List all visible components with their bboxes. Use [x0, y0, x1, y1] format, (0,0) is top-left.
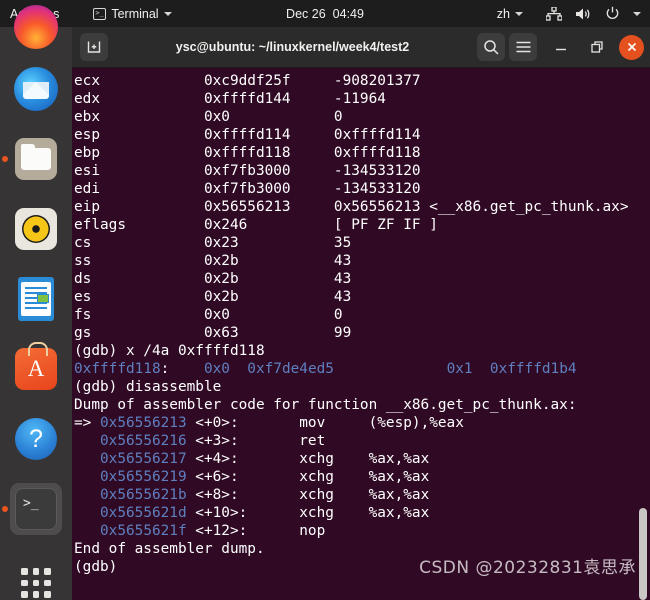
hamburger-icon [516, 41, 530, 53]
grid-icon [21, 568, 51, 598]
maximize-button[interactable] [583, 33, 611, 61]
watermark: CSDN @20232831袁思承 [419, 558, 636, 578]
terminal-icon [93, 7, 107, 20]
app-menu-label: Terminal [111, 6, 159, 21]
dock-item-help[interactable]: ? [10, 413, 62, 465]
search-icon [483, 39, 499, 55]
volume-icon[interactable] [575, 7, 592, 21]
terminal-window: ysc@ubuntu: ~/linuxkernel/week4/test2 ec… [72, 27, 650, 600]
help-icon: ? [15, 418, 57, 460]
favorites-dock: A ? [0, 5, 72, 600]
minimize-button[interactable] [547, 33, 575, 61]
dock-item-rhythmbox[interactable] [10, 203, 62, 255]
terminal-body[interactable]: ecx 0xc9ddf25f -908201377 edx 0xffffd144… [72, 68, 650, 600]
clock-date: Dec 26 [286, 6, 326, 21]
minimize-icon [556, 48, 566, 51]
chevron-down-icon[interactable] [633, 11, 641, 16]
close-button[interactable] [619, 34, 644, 60]
power-icon[interactable] [605, 6, 620, 21]
ubuntu-software-icon: A [15, 342, 57, 390]
desktop-screen: Activities Terminal Dec 26 04:49 zh [0, 0, 650, 600]
app-menu-terminal[interactable]: Terminal [93, 6, 172, 21]
menu-button[interactable] [509, 33, 537, 61]
impress-icon [18, 277, 54, 321]
network-wired-icon[interactable] [546, 6, 562, 21]
dock-item-firefox[interactable] [10, 1, 62, 53]
show-applications-button[interactable] [10, 557, 62, 600]
close-icon [627, 42, 636, 52]
restore-icon [591, 41, 603, 53]
files-icon [15, 138, 57, 180]
terminal-scrollbar[interactable] [639, 268, 647, 600]
new-tab-button[interactable] [80, 33, 108, 61]
clock-time: 04:49 [332, 6, 364, 21]
window-titlebar: ysc@ubuntu: ~/linuxkernel/week4/test2 [72, 27, 650, 68]
input-language-indicator[interactable]: zh [497, 7, 523, 21]
search-button[interactable] [477, 33, 505, 61]
dock-item-thunderbird[interactable] [10, 63, 62, 115]
new-tab-icon [87, 41, 101, 53]
terminal-icon [15, 488, 57, 530]
terminal-output: ecx 0xc9ddf25f -908201377 edx 0xffffd144… [74, 73, 629, 575]
dock-item-files[interactable] [10, 133, 62, 185]
chevron-down-icon [163, 11, 172, 16]
language-label: zh [496, 6, 510, 21]
clock[interactable]: Dec 26 04:49 [286, 7, 364, 21]
scrollbar-thumb[interactable] [639, 508, 647, 600]
dock-item-ubuntu-software[interactable]: A [10, 342, 62, 395]
rhythmbox-icon [15, 208, 57, 250]
dock-item-terminal[interactable] [10, 483, 62, 535]
dock-item-libreoffice-impress[interactable] [10, 273, 62, 325]
firefox-icon [14, 5, 58, 49]
chevron-down-icon [515, 11, 523, 16]
window-title: ysc@ubuntu: ~/linuxkernel/week4/test2 [175, 40, 410, 54]
gnome-top-bar: Activities Terminal Dec 26 04:49 zh [0, 0, 650, 27]
system-tray: zh [497, 6, 641, 21]
thunderbird-icon [14, 67, 58, 111]
